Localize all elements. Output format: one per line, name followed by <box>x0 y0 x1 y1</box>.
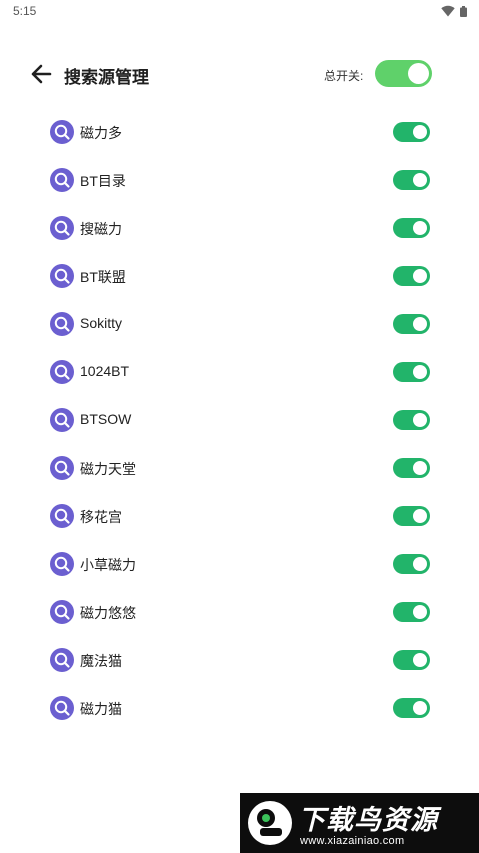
source-row: 磁力悠悠 <box>0 588 479 636</box>
toggle-knob <box>413 365 427 379</box>
search-magnifier-icon <box>50 552 74 576</box>
source-toggle[interactable] <box>393 314 430 334</box>
page-title: 搜索源管理 <box>64 68 149 87</box>
search-magnifier-icon <box>50 312 74 336</box>
toggle-knob <box>413 701 427 715</box>
source-label: 移花宫 <box>80 509 122 525</box>
search-magnifier-icon <box>50 360 74 384</box>
source-row: 磁力天堂 <box>0 444 479 492</box>
toggle-knob <box>408 63 429 84</box>
search-magnifier-icon <box>50 456 74 480</box>
source-label: BT联盟 <box>80 269 126 285</box>
source-row: BT联盟 <box>0 252 479 300</box>
back-button[interactable] <box>28 61 54 87</box>
source-row: 搜磁力 <box>0 204 479 252</box>
battery-icon <box>460 5 467 17</box>
search-magnifier-icon <box>50 696 74 720</box>
source-row: BT目录 <box>0 156 479 204</box>
search-magnifier-icon <box>50 600 74 624</box>
source-row: BTSOW <box>0 396 479 444</box>
source-toggle[interactable] <box>393 458 430 478</box>
source-toggle[interactable] <box>393 650 430 670</box>
source-row: 1024BT <box>0 348 479 396</box>
master-switch-toggle[interactable] <box>375 60 432 87</box>
toggle-knob <box>413 557 427 571</box>
search-magnifier-icon <box>50 168 74 192</box>
source-label: 魔法猫 <box>80 653 122 669</box>
bird-logo-icon <box>248 801 292 845</box>
toggle-knob <box>413 461 427 475</box>
arrow-left-icon <box>31 64 52 84</box>
search-magnifier-icon <box>50 120 74 144</box>
source-label: BT目录 <box>80 173 126 189</box>
search-magnifier-icon <box>50 648 74 672</box>
status-time: 5:15 <box>13 4 37 18</box>
source-label: 1024BT <box>80 363 130 379</box>
source-label: 磁力猫 <box>80 701 122 717</box>
watermark-url: www.xiazainiao.com <box>300 835 405 847</box>
status-bar: 5:15 <box>0 0 479 24</box>
toggle-knob <box>413 317 427 331</box>
source-row: 魔法猫 <box>0 636 479 684</box>
source-toggle[interactable] <box>393 122 430 142</box>
source-toggle[interactable] <box>393 266 430 286</box>
source-label: Sokitty <box>80 315 123 331</box>
watermark-brand: 下载鸟资源 <box>298 805 438 835</box>
source-label: 磁力天堂 <box>80 461 136 477</box>
master-switch-label: 总开关: <box>324 69 364 83</box>
toggle-knob <box>413 269 427 283</box>
toggle-knob <box>413 221 427 235</box>
source-row: 磁力猫 <box>0 684 479 732</box>
source-toggle[interactable] <box>393 218 430 238</box>
search-magnifier-icon <box>50 504 74 528</box>
toggle-knob <box>413 605 427 619</box>
source-toggle[interactable] <box>393 170 430 190</box>
source-list: 磁力多 BT目录搜磁力 BT联盟 Sokitty 1024BT BTSOW 磁力天堂移花宫小… <box>0 108 479 732</box>
search-magnifier-icon <box>50 264 74 288</box>
search-magnifier-icon <box>50 408 74 432</box>
toggle-knob <box>413 653 427 667</box>
wifi-icon <box>441 5 455 17</box>
header: 搜索源管理 总开关: <box>0 58 479 90</box>
source-toggle[interactable] <box>393 362 430 382</box>
watermark: 下载鸟资源 www.xiazainiao.com <box>240 793 479 853</box>
search-magnifier-icon <box>50 216 74 240</box>
source-toggle[interactable] <box>393 698 430 718</box>
source-label: 磁力悠悠 <box>80 605 136 621</box>
source-row: 小草磁力 <box>0 540 479 588</box>
source-label: 搜磁力 <box>80 221 122 237</box>
status-icons <box>441 5 467 17</box>
source-toggle[interactable] <box>393 410 430 430</box>
source-label: 小草磁力 <box>80 557 136 573</box>
source-label: 磁力多 <box>80 125 122 141</box>
source-row: 移花宫 <box>0 492 479 540</box>
source-row: Sokitty <box>0 300 479 348</box>
source-label: BTSOW <box>80 411 132 427</box>
toggle-knob <box>413 509 427 523</box>
toggle-knob <box>413 413 427 427</box>
source-toggle[interactable] <box>393 602 430 622</box>
toggle-knob <box>413 173 427 187</box>
source-toggle[interactable] <box>393 506 430 526</box>
toggle-knob <box>413 125 427 139</box>
source-row: 磁力多 <box>0 108 479 156</box>
source-toggle[interactable] <box>393 554 430 574</box>
